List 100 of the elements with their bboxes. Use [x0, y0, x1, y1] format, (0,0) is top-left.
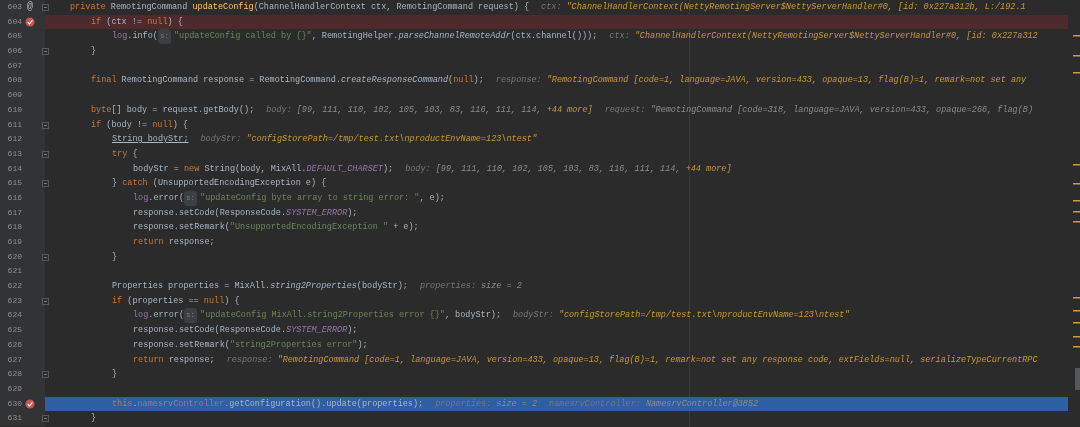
- keyword: return: [133, 353, 164, 367]
- fold-icon[interactable]: [42, 415, 49, 423]
- line-number: 623: [6, 294, 22, 307]
- code-text: .error(: [148, 191, 185, 205]
- fold-icon[interactable]: [42, 297, 49, 305]
- inline-hint-value: "RemotingCommand [code=318, language=JAVA, version=433, opaque=266, flag(B): [650, 103, 1033, 117]
- line-number: 605: [6, 30, 22, 43]
- string-literal: "updateConfig MixAll.string2Properties error {}": [200, 309, 445, 323]
- line-number: 610: [6, 103, 22, 116]
- code-text: .: [132, 397, 138, 411]
- keyword: null: [453, 74, 474, 88]
- field-name: namesrvController: [137, 397, 225, 411]
- method-name: parseChannelRemoteAddr: [398, 30, 511, 44]
- inline-hint-value: "configStorePath=/tmp/test.txt\nproductEnvName=123\ntest": [558, 309, 850, 323]
- line-number: 616: [6, 191, 22, 204]
- fold-icon[interactable]: [42, 48, 49, 56]
- breakpoint-icon[interactable]: [25, 17, 35, 28]
- field-name: log: [133, 309, 149, 323]
- fold-icon[interactable]: [42, 4, 49, 11]
- method-name: createResponseCommand: [340, 74, 449, 88]
- fold-icon[interactable]: [42, 180, 49, 188]
- line-number: 613: [6, 147, 22, 160]
- code-text: Properties properties = MixAll.: [112, 280, 271, 294]
- code-text: , RemotingHelper.: [311, 30, 399, 44]
- fold-icon[interactable]: [42, 121, 49, 129]
- keyword: if: [112, 294, 123, 308]
- line-number: 614: [6, 162, 22, 175]
- code-text: .info(: [127, 30, 158, 44]
- code-text: .error(: [148, 309, 185, 323]
- line-number: 627: [6, 353, 22, 366]
- code-text: String bodyStr;: [112, 133, 189, 147]
- line-number: 612: [6, 133, 22, 146]
- inline-hint-value: "ChannelHandlerContext(NettyRemotingServer$NettyServerHandler#0, [id: 0x227a312b, L:/192.1: [566, 1, 1026, 14]
- code-text: bodyStr =: [133, 162, 180, 176]
- keyword: return: [133, 236, 164, 249]
- code-text: );: [382, 162, 394, 176]
- code-text: );: [347, 324, 358, 338]
- code-text: (ctx !=: [105, 15, 143, 29]
- inline-hint-label: request:: [604, 103, 646, 117]
- inline-hint-label: properties:: [435, 397, 492, 411]
- keyword: null: [152, 118, 173, 132]
- line-number: 618: [6, 221, 22, 234]
- code-text: ) {: [167, 15, 183, 29]
- fold-icon[interactable]: [42, 371, 49, 379]
- inline-hint-label: body:: [405, 162, 431, 176]
- code-text: (body !=: [105, 118, 149, 132]
- keyword: try: [112, 147, 128, 161]
- line-number: 626: [6, 338, 22, 351]
- line-number: 628: [6, 368, 22, 381]
- inline-hint-label: body:: [266, 103, 292, 117]
- code-text: (ctx.channel()));: [510, 30, 598, 44]
- code-text: response.setCode(ResponseCode.: [133, 206, 287, 220]
- line-number: 606: [6, 45, 22, 58]
- string-literal: "updateConfig called by {}": [173, 30, 312, 44]
- code-text: , bodyStr);: [444, 309, 501, 323]
- line-number: 608: [6, 74, 22, 87]
- code-text: );: [473, 74, 484, 88]
- code-text: );: [357, 338, 368, 352]
- code-text: }: [112, 250, 118, 264]
- method-name: updateConfig: [192, 1, 254, 14]
- keyword: null: [147, 15, 168, 29]
- inline-hint-label: response:: [226, 353, 273, 367]
- code-text: String(body, MixAll.: [204, 162, 307, 176]
- line-number: 615: [6, 177, 22, 190]
- keyword: new: [184, 162, 201, 176]
- keyword: catch: [122, 177, 148, 191]
- inline-hint-label: response:: [495, 74, 542, 88]
- string-literal: "UnsupportedEncodingException ": [229, 221, 389, 235]
- line-number: 603: [6, 1, 22, 13]
- constant-name: SYSTEM_ERROR: [286, 206, 348, 220]
- constant-name: SYSTEM_ERROR: [286, 324, 348, 338]
- inline-hint-value: size = 2: [481, 280, 522, 294]
- line-number: 604: [6, 15, 22, 28]
- line-number: 619: [6, 236, 22, 248]
- line-number: 630: [6, 397, 22, 410]
- fold-icon[interactable]: [42, 253, 49, 261]
- inline-hint-value: [99, 111, 110, 102, 105, 103, 83, 116, 111, 114,: [435, 162, 682, 176]
- line-number: 622: [6, 280, 22, 293]
- field-name: log: [112, 30, 128, 44]
- inline-hint-value: "configStorePath=/tmp/test.txt\nproductEnvName=123\ntest": [246, 133, 538, 147]
- code-text: , e);: [419, 191, 445, 205]
- inline-hint-value: "RemotingCommand [code=1, language=JAVA, version=433, opaque=13, flag(B)=1, remark=not set any: [546, 74, 1027, 88]
- code-text: {: [131, 147, 138, 161]
- inline-hint-value: +44 more]: [685, 162, 732, 176]
- code-text: }: [112, 368, 118, 382]
- inline-hint-label: ctx:: [541, 1, 562, 14]
- code-text: }: [91, 45, 97, 59]
- breakpoint-icon[interactable]: [25, 398, 35, 409]
- keyword: if: [91, 15, 102, 29]
- string-literal: "string2Properties error": [229, 338, 358, 352]
- code-text: [] body = request.getBody();: [111, 103, 255, 117]
- keyword: final: [91, 74, 118, 88]
- fold-icon[interactable]: [42, 150, 49, 158]
- code-text: (: [448, 74, 454, 88]
- keyword: null: [203, 294, 225, 308]
- inline-hint-value: size = 2: [496, 397, 538, 411]
- gutter-mark[interactable]: @: [27, 0, 33, 15]
- code-text: RemotingCommand: [110, 1, 189, 14]
- code-text: response.setRemark(: [133, 221, 230, 235]
- code-text: );: [347, 206, 358, 220]
